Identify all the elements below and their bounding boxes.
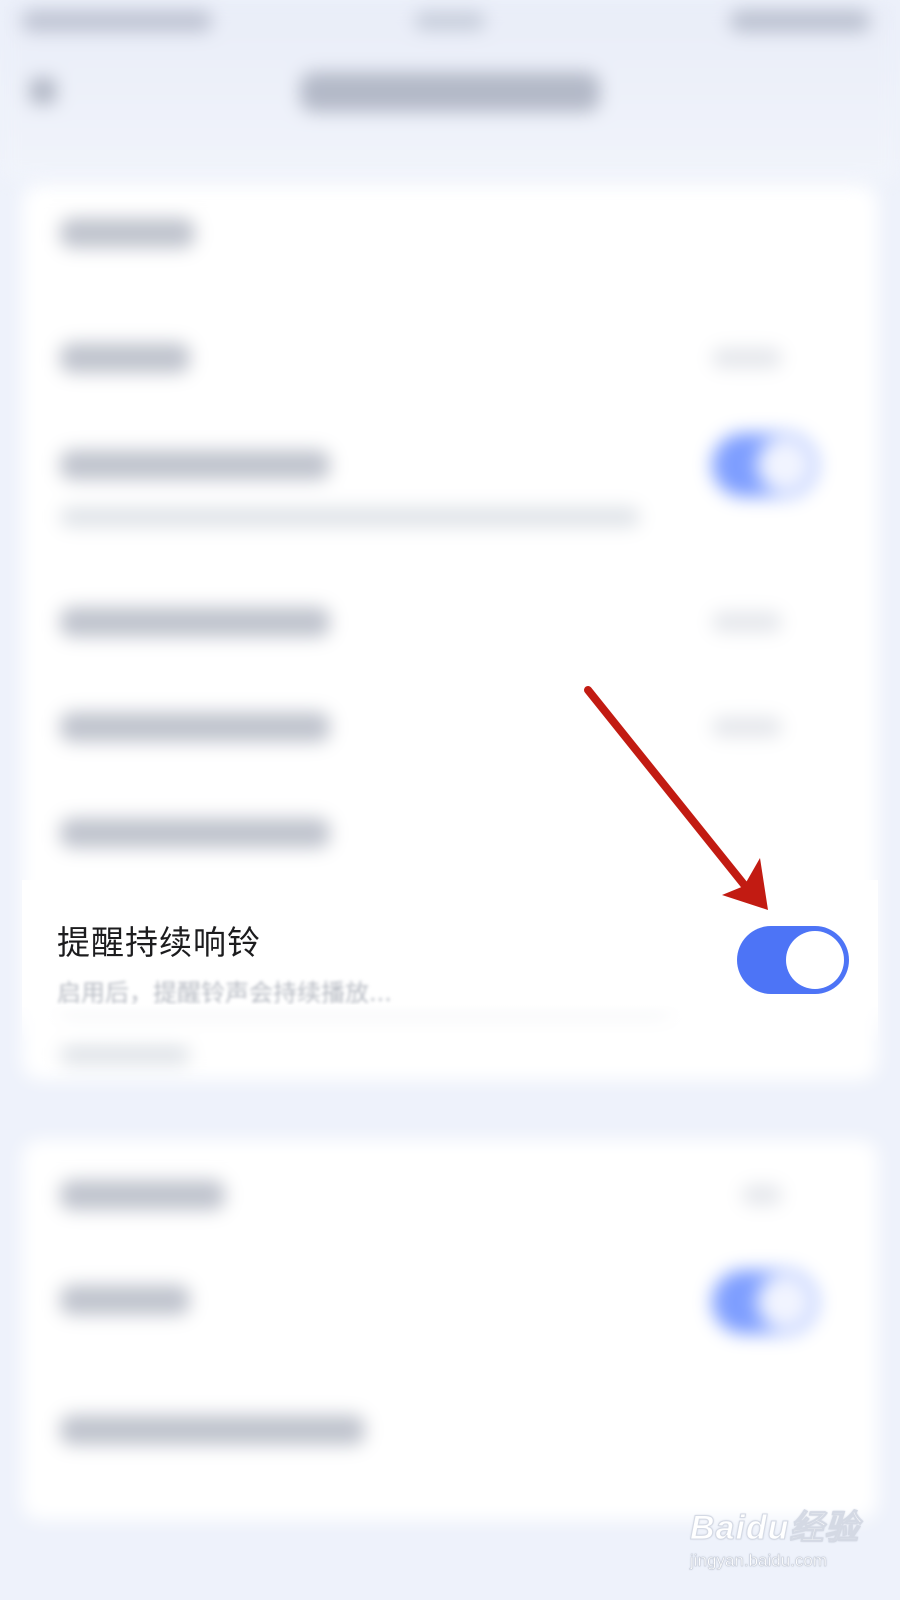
setting-row-continuous-ringing[interactable]: 提醒持续响铃 启用后，提醒铃声会持续播放... <box>22 880 878 1045</box>
continuous-ringing-toggle[interactable] <box>737 926 849 994</box>
setting-label: 提醒持续响铃 <box>57 923 261 962</box>
toggle-switch[interactable] <box>712 433 817 497</box>
setting-row-title <box>60 818 330 848</box>
setting-row-value <box>712 717 782 737</box>
toggle-knob[interactable] <box>786 931 844 989</box>
setting-row-title <box>60 343 190 373</box>
setting-row-title <box>60 1180 225 1210</box>
setting-row-title <box>60 1415 365 1445</box>
setting-row-title <box>60 218 195 248</box>
setting-row-title <box>60 1285 190 1315</box>
baidu-watermark: Baidu经验 jingyan.baidu.com <box>689 1500 860 1571</box>
toggle-switch[interactable] <box>712 1270 817 1334</box>
watermark-logo: Baidu经验 <box>689 1509 860 1548</box>
settings-card-bottom <box>22 1140 878 1520</box>
watermark-url: jingyan.baidu.com <box>690 1551 828 1571</box>
status-bar-right <box>730 10 870 32</box>
blurred-background <box>0 0 900 1600</box>
setting-row-description <box>60 1045 190 1065</box>
setting-row-title <box>60 712 330 742</box>
setting-row-value <box>712 348 782 368</box>
status-bar-left <box>22 10 212 32</box>
back-arrow-icon[interactable] <box>30 78 56 104</box>
setting-row-value <box>712 612 782 632</box>
setting-row-value <box>742 1185 782 1205</box>
setting-row-description <box>60 507 640 527</box>
page-title <box>300 72 600 112</box>
status-bar-center <box>415 12 485 30</box>
setting-description: 启用后，提醒铃声会持续播放... <box>57 979 392 1007</box>
setting-row-title <box>60 450 330 480</box>
setting-row-title <box>60 607 330 637</box>
